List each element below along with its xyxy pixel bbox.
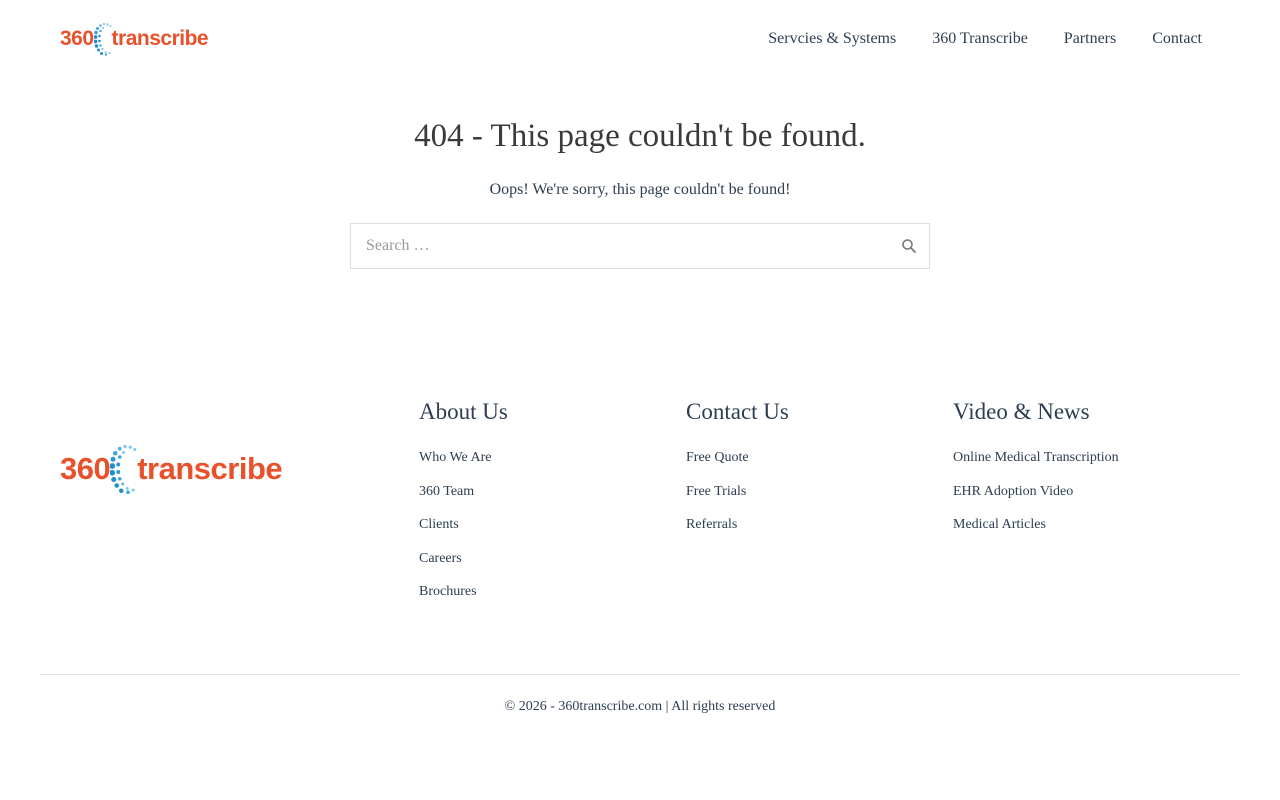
list-item: Brochures (419, 584, 659, 600)
footer-heading-about: About Us (419, 399, 508, 424)
footer-link-free-quote[interactable]: Free Quote (686, 450, 749, 465)
footer-link-clients[interactable]: Clients (419, 517, 459, 532)
footer-logo-word: transcribe (137, 451, 283, 486)
search-icon[interactable] (901, 238, 917, 254)
footer-heading-video-news: Video & News (953, 399, 1090, 424)
page-subtitle: Oops! We're sorry, this page couldn't be… (489, 181, 791, 198)
list-item: Online Medical Transcription (953, 450, 1193, 466)
footer-link-online-medical-transcription[interactable]: Online Medical Transcription (953, 450, 1119, 465)
footer-link-ehr-adoption-video[interactable]: EHR Adoption Video (953, 484, 1073, 499)
nav-item-contact[interactable]: Contact (1152, 29, 1202, 49)
nav-item-partners[interactable]: Partners (1064, 29, 1116, 49)
footer-link-referrals[interactable]: Referrals (686, 517, 737, 532)
footer-column-contact: Contact Us Free Quote Free Trials Referr… (686, 398, 926, 551)
footer-link-free-trials[interactable]: Free Trials (686, 484, 746, 499)
footer-heading-contact: Contact Us (686, 399, 789, 424)
footer-logo-dots-icon (110, 444, 137, 495)
footer-link-careers[interactable]: Careers (419, 551, 462, 566)
footer-link-medical-articles[interactable]: Medical Articles (953, 517, 1046, 532)
main-nav: Servcies & Systems 360 Transcribe Partne… (732, 29, 1202, 49)
footer-logo-number: 360 (60, 451, 111, 486)
footer-divider (40, 674, 1240, 675)
footer-logo[interactable]: 360 transcribe (60, 443, 283, 495)
list-item: Medical Articles (953, 517, 1193, 533)
nav-item-services-systems[interactable]: Servcies & Systems (768, 29, 896, 49)
footer-column-about: About Us Who We Are 360 Team Clients Car… (419, 398, 659, 618)
copyright-text: © 2026 - 360transcribe.com | All rights … (504, 699, 776, 714)
list-item: EHR Adoption Video (953, 484, 1193, 500)
list-item: Referrals (686, 517, 926, 533)
footer-column-video-news: Video & News Online Medical Transcriptio… (953, 398, 1193, 551)
list-item: Careers (419, 551, 659, 567)
list-item: Who We Are (419, 450, 659, 466)
logo-number: 360 (60, 27, 94, 50)
nav-item-360-transcribe[interactable]: 360 Transcribe (932, 29, 1028, 49)
footer-link-who-we-are[interactable]: Who We Are (419, 450, 491, 465)
search-form (350, 223, 930, 269)
logo-word: transcribe (111, 27, 209, 50)
list-item: Free Trials (686, 484, 926, 500)
list-item: Free Quote (686, 450, 926, 466)
footer-link-360-team[interactable]: 360 Team (419, 484, 474, 499)
footer-link-brochures[interactable]: Brochures (419, 584, 477, 599)
logo-dots-icon (93, 22, 112, 56)
page-title: 404 - This page couldn't be found. (414, 118, 866, 154)
list-item: 360 Team (419, 484, 659, 500)
list-item: Clients (419, 517, 659, 533)
header-logo[interactable]: 360 transcribe (60, 22, 209, 56)
search-input[interactable] (351, 224, 886, 268)
